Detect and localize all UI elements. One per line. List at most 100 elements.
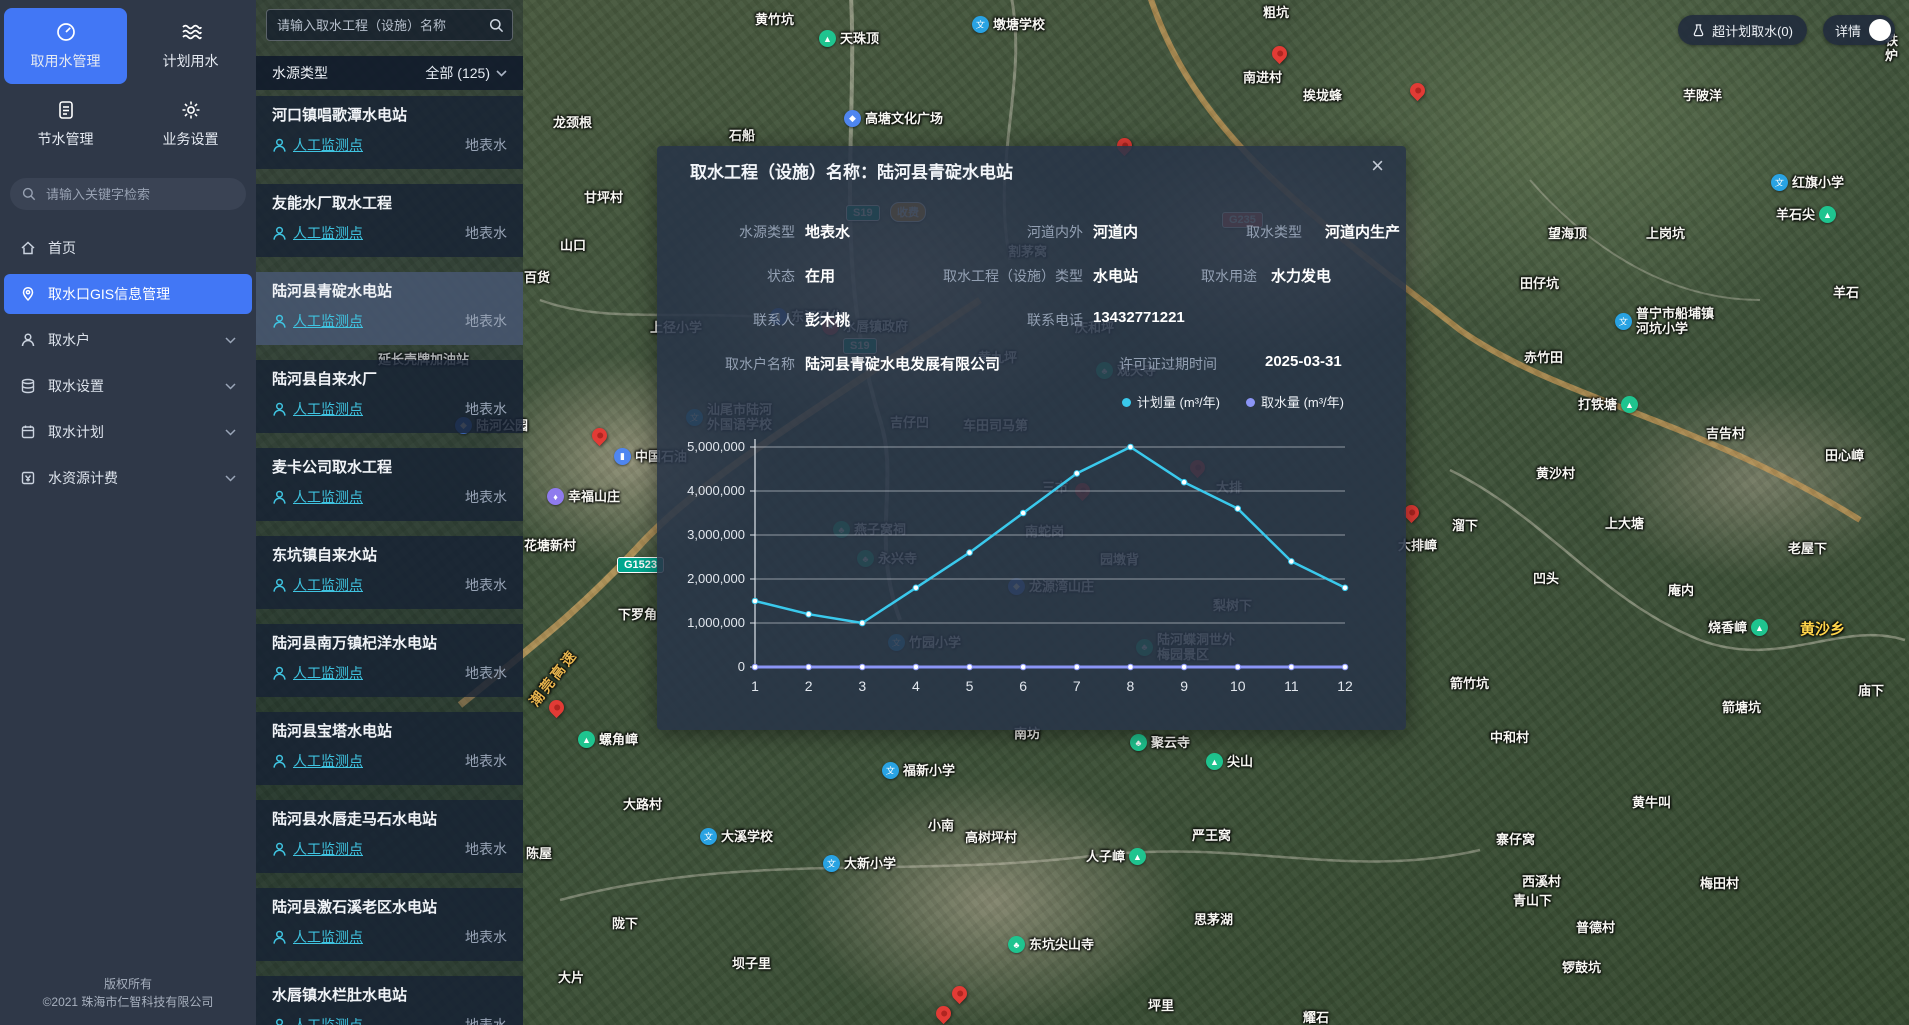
monitor-point-link[interactable]: 人工监测点 — [293, 1015, 363, 1025]
station-list-item[interactable]: 陆河县南万镇杞洋水电站人工监测点 地表水 — [256, 624, 523, 697]
monitor-point-link[interactable]: 人工监测点 — [293, 575, 363, 595]
sidebar-item-3[interactable]: 取水户 — [4, 320, 252, 360]
monitor-point-link[interactable]: 人工监测点 — [293, 927, 363, 947]
map-label: 普德村 — [1576, 920, 1615, 935]
map-pin[interactable] — [933, 1003, 954, 1024]
monitor-point-link[interactable]: 人工监测点 — [293, 223, 363, 243]
chevron-down-icon — [225, 383, 236, 390]
monitor-point-link[interactable]: 人工监测点 — [293, 135, 363, 155]
menu-label: 取水设置 — [48, 376, 104, 396]
module-tab-4[interactable]: 业务设置 — [129, 86, 252, 162]
station-meta-row: 人工监测点 地表水 — [272, 927, 507, 947]
sidebar-search-input[interactable] — [44, 186, 234, 203]
chevron-down-icon — [225, 429, 236, 436]
map-pin[interactable] — [546, 697, 567, 718]
menu-label: 取水计划 — [48, 422, 104, 442]
sidebar-item-4[interactable]: 取水设置 — [4, 366, 252, 406]
map-label: 陈屋 — [526, 846, 552, 861]
field-label: 河道内外 — [913, 222, 1083, 242]
svg-text:5: 5 — [966, 678, 974, 694]
station-list-item[interactable]: 东坑镇自来水站人工监测点地表水 — [256, 536, 523, 609]
school-poi: 文红旗小学 — [1771, 174, 1844, 191]
filter-dropdown[interactable]: 全部 (125) — [425, 63, 507, 83]
mount-poi: ▲螺角嶂 — [578, 731, 638, 748]
station-list-item[interactable]: 陆河县青碇水电站人工监测点地表水 — [256, 272, 523, 345]
search-icon[interactable] — [489, 18, 504, 33]
map-label: 大片 — [558, 970, 584, 985]
monitor-point-link[interactable]: 人工监测点 — [293, 399, 363, 419]
map-label: 螺角嶂 — [599, 732, 638, 747]
toggle-knob[interactable] — [1869, 19, 1891, 41]
sidebar-item-2[interactable]: 取水口GIS信息管理 — [4, 274, 252, 314]
field-value: 2025-03-31 — [1265, 353, 1342, 370]
map-label: 坝子里 — [732, 956, 771, 971]
water-source-type: 地表水 — [465, 399, 507, 419]
close-icon[interactable]: × — [1371, 154, 1384, 178]
map-pin[interactable] — [949, 983, 970, 1004]
module-label: 取用水管理 — [31, 51, 101, 71]
map-pin[interactable] — [589, 425, 610, 446]
mount-poi: 人子嶂▲ — [1086, 848, 1146, 865]
map-label: 耀石 — [1303, 1010, 1329, 1025]
resort-poi: ♦幸福山庄 — [547, 488, 620, 505]
billing-icon — [20, 470, 36, 486]
school-icon: 文 — [882, 762, 899, 779]
station-list-item[interactable]: 陆河县自来水厂人工监测点地表水 — [256, 360, 523, 433]
station-name: 陆河县水唇走马石水电站 — [272, 808, 507, 829]
field-value: 水力发电 — [1271, 265, 1331, 286]
map-label: 田心嶂 — [1825, 448, 1864, 463]
water-source-type: 地表水 — [465, 487, 507, 507]
map-pin[interactable] — [1407, 80, 1428, 101]
map-label: 凹头 — [1533, 571, 1559, 586]
station-list-item[interactable]: 陆河县水唇走马石水电站人工监测点地表水 — [256, 800, 523, 873]
monitor-point-link[interactable]: 人工监测点 — [293, 839, 363, 859]
detail-toggle[interactable]: 详情 — [1823, 15, 1895, 45]
water-source-type: 地表水 — [465, 311, 507, 331]
station-list-item[interactable]: 河口镇唱歌潭水电站人工监测点地表水 — [256, 96, 523, 169]
module-tab-2[interactable]: 计划用水 — [129, 8, 252, 84]
station-list-item[interactable]: 水唇镇水栏肚水电站人工监测点地表水 — [256, 976, 523, 1025]
mount-poi: ▲尖山 — [1206, 753, 1253, 770]
station-search-box[interactable] — [266, 9, 513, 41]
gas-icon: ▮ — [614, 448, 631, 465]
water-source-type: 地表水 — [465, 663, 507, 683]
mount-icon: ▲ — [819, 30, 836, 47]
database-icon — [20, 378, 36, 394]
school-poi: 文普宁市船埔镇 河坑小学 — [1615, 306, 1714, 336]
station-list-item[interactable]: 陆河县激石溪老区水电站人工监测点地表水 — [256, 888, 523, 961]
map-label: 黄沙村 — [1536, 466, 1575, 481]
water-source-type: 地表水 — [465, 927, 507, 947]
copyright-line1: 版权所有 — [0, 975, 256, 993]
field-label: 取水类型 — [1132, 222, 1302, 242]
station-list-item[interactable]: 陆河县宝塔水电站人工监测点地表水 — [256, 712, 523, 785]
sidebar-item-6[interactable]: 水资源计费 — [4, 458, 252, 498]
station-list-item[interactable]: 友能水厂取水工程人工监测点地表水 — [256, 184, 523, 257]
over-plan-button[interactable]: 超计划取水(0) — [1678, 15, 1807, 45]
school-poi: 文大溪学校 — [700, 828, 773, 845]
station-name: 陆河县南万镇杞洋水电站 — [272, 632, 507, 653]
monitor-point-link[interactable]: 人工监测点 — [293, 311, 363, 331]
monitor-point-link[interactable]: 人工监测点 — [293, 751, 363, 771]
station-meta-row: 人工监测点 地表水 — [272, 311, 507, 331]
monitor-point-link[interactable]: 人工监测点 — [293, 663, 363, 683]
sidebar-search-box[interactable] — [10, 178, 246, 210]
map-label: 甘坪村 — [584, 190, 623, 205]
filter-label: 水源类型 — [272, 63, 328, 83]
person-icon — [272, 754, 287, 769]
module-tab-1[interactable]: 取用水管理 — [4, 8, 127, 84]
monitor-point-link[interactable]: 人工监测点 — [293, 487, 363, 507]
sidebar-item-5[interactable]: 取水计划 — [4, 412, 252, 452]
map-label: 上大塘 — [1605, 516, 1644, 531]
map-label: 大溪学校 — [721, 829, 773, 844]
temple-poi: ♣东坑尖山寺 — [1008, 936, 1094, 953]
svg-text:2: 2 — [805, 678, 813, 694]
map-pin[interactable] — [1269, 43, 1290, 64]
module-tab-3[interactable]: 节水管理 — [4, 86, 127, 162]
mount-icon: ▲ — [1819, 206, 1836, 223]
sidebar-item-1[interactable]: 首页 — [4, 228, 252, 268]
station-search-input[interactable] — [275, 17, 489, 34]
field-value: 13432771221 — [1093, 309, 1185, 326]
map-label: 梅田村 — [1700, 876, 1739, 891]
person-icon — [272, 666, 287, 681]
station-list-item[interactable]: 麦卡公司取水工程人工监测点地表水 — [256, 448, 523, 521]
